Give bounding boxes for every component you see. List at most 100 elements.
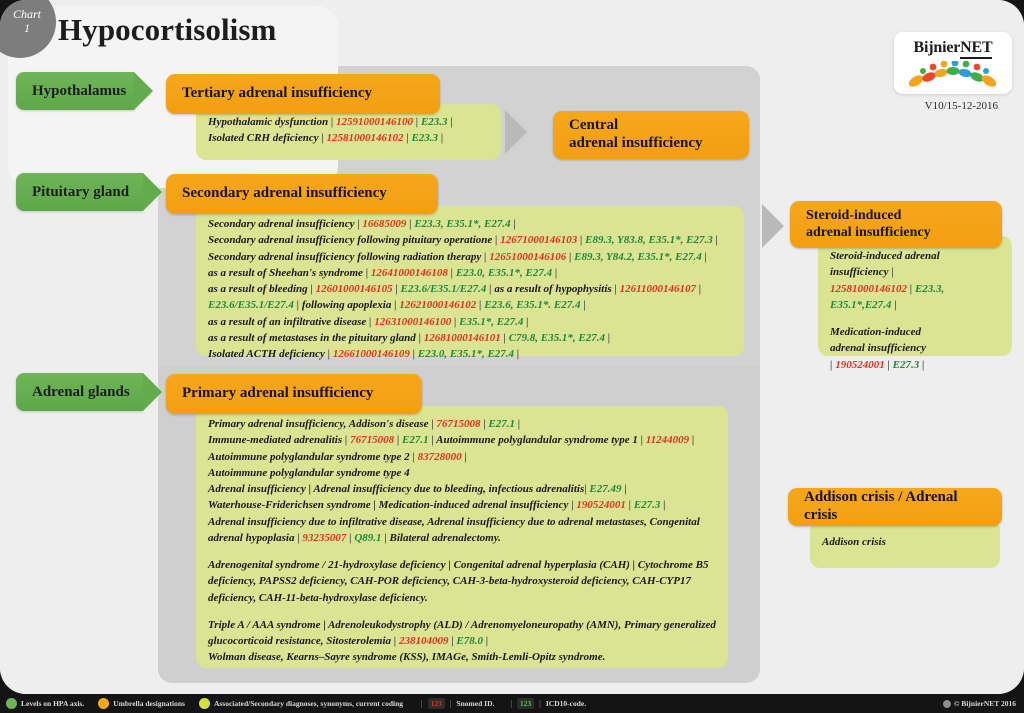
steroid-line-2-icd: E27.3 (892, 358, 920, 371)
primary-line-2-name: Immune-mediated adrenalitis (208, 434, 343, 447)
tertiary-line-1-icd: E23.3 (420, 116, 448, 128)
secondary-line-1-name: Secondary adrenal insufficiency (208, 218, 355, 230)
secondary-line-6: E23.6/E35.1/E27.4 | following apoplexia … (208, 299, 586, 312)
secondary-line-4-icd: E23.0, E35.1*, E27.4 (455, 266, 553, 279)
secondary-line-8: as a result of metastases in the pituita… (208, 331, 611, 344)
primary-line-3-snomed: 83728000 (417, 450, 462, 463)
primary-genetic-line-2: glucocorticoid resistance, Sitosterolemi… (208, 635, 489, 648)
header-addison-text: Addison crisis / Adrenal crisis (804, 489, 958, 523)
arrow-to-central (505, 110, 527, 154)
legend-pipe-2: | (449, 699, 452, 708)
secondary-line-3-icd: E89.3, Y84.2, E35.1*, E27.4 (574, 250, 702, 263)
header-tertiary[interactable]: Tertiary adrenal insufficiency (166, 74, 440, 114)
secondary-line-3-snomed: 12651000146106 (489, 250, 567, 263)
footer-copyright: © BijnierNET 2016 (942, 699, 1016, 708)
arrow-to-steroid (762, 204, 784, 248)
tertiary-line-1-name: Hypothalamic dysfunction (208, 116, 329, 128)
primary-line-5-icd: E27.49 (589, 483, 622, 496)
legend-label-umbrella: Umbrella designations (113, 699, 185, 708)
level-label-pituitary[interactable]: Pituitary gland (16, 173, 162, 211)
steroid-line-3: Medication-induced (830, 324, 1000, 340)
secondary-line-8-name: as a result of an infiltrative disease (208, 315, 367, 328)
secondary-line-7-icd: E23.6, E35.1*. E27.4 (484, 299, 581, 312)
primary-line-5: Adrenal insufficiency | Adrenal insuffic… (208, 483, 627, 496)
tertiary-line-2-icd: E23.3 (411, 132, 439, 145)
secondary-line-5-snomed: 12601000146105 (315, 283, 393, 296)
logo-fan-icon (907, 59, 999, 92)
level-label-hypothalamus[interactable]: Hypothalamus (16, 72, 153, 110)
header-secondary-text: Secondary adrenal insufficiency (182, 185, 387, 202)
primary-line-1-name: Primary adrenal insufficiency, Addison's… (208, 418, 429, 430)
steroid-line-1-snomed: 12581000146102 (830, 282, 907, 295)
addison-details-box: Addison crisis (810, 520, 1000, 568)
header-tertiary-text: Tertiary adrenal insufficiency (182, 85, 372, 102)
primary-line-6-name: Waterhouse-Friderichsen syndrome | Medic… (208, 499, 569, 512)
secondary-line-2-name: Secondary adrenal insufficiency followin… (208, 234, 493, 247)
legend-pipe-4: | (539, 699, 541, 708)
diagram-root: Hypocortisolism Chart 1 BijnierNET V10/1… (0, 0, 1024, 713)
header-steroid-induced[interactable]: Steroid-induced adrenal insufficiency (790, 201, 1002, 248)
primary-line-6-snomed: 190524001 (576, 499, 626, 512)
bijniernet-logo: BijnierNET (894, 32, 1012, 94)
header-central-text: Central adrenal insufficiency (569, 117, 702, 152)
primary-line-7: Adrenal insufficiency due to infiltrativ… (208, 515, 700, 528)
legend-item-levels: Levels on HPA axis. (6, 698, 84, 709)
chart-badge-label: Chart (12, 7, 41, 21)
tertiary-line-2: Isolated CRH deficiency | 12581000146102… (208, 132, 444, 145)
level-label-adrenal-text: Adrenal glands (32, 383, 130, 400)
legend-dot-yellowgreen-icon (198, 698, 210, 709)
secondary-line-3-name: Secondary adrenal insufficiency followin… (208, 250, 482, 263)
primary-line-6: Waterhouse-Friderichsen syndrome | Medic… (208, 499, 666, 512)
secondary-line-10-name: Isolated ACTH deficiency (208, 348, 325, 361)
legend-label-associated: Associated/Secondary diagnoses, synonyms… (213, 699, 403, 708)
primary-genetic-line-2-name: glucocorticoid resistance, Sitosterolemi… (208, 635, 392, 648)
primary-line-1-icd: E27.1 (488, 418, 515, 430)
secondary-line-8-icd: E35.1*, E27.4 (459, 315, 524, 328)
header-central-line1: Central (569, 117, 619, 134)
steroid-line-1: Steroid-induced adrenal insufficiency | (830, 250, 940, 279)
primary-line-2-icd: E27.1 (402, 434, 429, 447)
header-steroid-text: Steroid-induced adrenal insufficiency (806, 208, 931, 241)
primary-line-2: Immune-mediated adrenalitis | 76715008 |… (208, 434, 695, 447)
steroid-line-1-name: Steroid-induced adrenal insufficiency (830, 250, 940, 279)
secondary-line-4-name: as a result of Sheehan's syndrome (208, 266, 363, 279)
primary-line-3-name: Autoimmune polyglandular syndrome type 2 (208, 450, 410, 463)
primary-line-2-name2: Autoimmune polyglandular syndrome type 1 (436, 434, 638, 447)
secondary-line-4-snomed: 12641000146108 (370, 266, 448, 279)
primary-line-5-name: Adrenal insufficiency | Adrenal insuffic… (208, 483, 585, 496)
tertiary-line-2-snomed: 12581000146102 (326, 132, 404, 145)
footer-legend: Levels on HPA axis. Umbrella designation… (0, 694, 1024, 713)
secondary-line-5-name: as a result of bleeding (208, 283, 308, 296)
secondary-line-2: Secondary adrenal insufficiency followin… (208, 234, 718, 247)
copyright-text: © BijnierNET 2016 (953, 699, 1016, 708)
steroid-details-box: Steroid-induced adrenal insufficiency | … (818, 236, 1012, 371)
copyright-mark-icon (942, 699, 951, 708)
tertiary-line-1-snomed: 12591000146100 (336, 116, 414, 128)
primary-line-8-name: adrenal hypoplasia (208, 531, 295, 544)
legend-dot-orange-icon (98, 698, 110, 709)
steroid-line-2: 12581000146102 | E23.3, E35.1*,E27.4 | (830, 282, 945, 311)
legend-label-snomed: Snomed ID. (456, 699, 495, 708)
tertiary-line-1: Hypothalamic dysfunction | 1259100014610… (208, 116, 453, 128)
primary-line-2-snomed: 76715008 (350, 434, 395, 447)
header-central[interactable]: Central adrenal insufficiency (553, 111, 749, 159)
header-steroid-line1: Steroid-induced (806, 207, 902, 223)
header-central-line2: adrenal insufficiency (569, 135, 703, 151)
secondary-line-6-snomed: 12611000146107 (619, 283, 697, 296)
secondary-line-9-name: as a result of metastases in the pituita… (208, 331, 416, 344)
legend-item-associated: Associated/Secondary diagnoses, synonyms… (198, 698, 403, 709)
secondary-line-7-name: following apoplexia (301, 299, 392, 312)
primary-genetic-line-3: Wolman disease, Kearns–Sayre syndrome (K… (208, 651, 606, 664)
secondary-line-6-name: as a result of hypophysitis (494, 283, 612, 296)
secondary-line-10-icd: E23.0, E35.1*, E27.4 (417, 348, 515, 361)
primary-cah-line-3: deficiency, CAH-11-beta-hydroxylase defi… (208, 591, 428, 604)
primary-line-8-snomed: 93235007 (302, 531, 347, 544)
header-addison-crisis[interactable]: Addison crisis / Adrenal crisis (788, 488, 1002, 526)
header-primary[interactable]: Primary adrenal insufficiency (166, 374, 422, 414)
level-label-adrenal[interactable]: Adrenal glands (16, 373, 162, 411)
level-label-hypothalamus-text: Hypothalamus (32, 82, 127, 99)
secondary-line-10-snomed: 12661000146109 (332, 348, 410, 361)
secondary-line-2-icd: E89.3, Y83.8, E35.1*, E27.3 (585, 234, 713, 247)
header-secondary[interactable]: Secondary adrenal insufficiency (166, 174, 438, 214)
primary-genetic-line-2-snomed: 238104009 (398, 635, 449, 648)
